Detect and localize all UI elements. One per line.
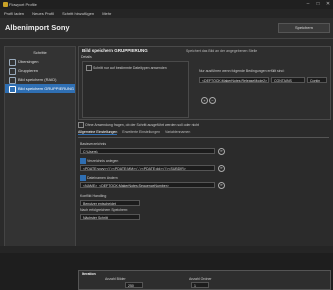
subfolder-checkbox[interactable] xyxy=(80,158,86,164)
sidebar-item-label: Gruppieren xyxy=(18,68,39,73)
menu-item-new[interactable]: Neues Profil xyxy=(32,11,54,16)
menu-bar: Profil laden Neues Profil Schritt hinzuf… xyxy=(0,9,333,18)
group-description: Speichert das Bild an der angegebenen St… xyxy=(186,49,258,53)
rename-label: Dateinamen ändern xyxy=(86,175,118,180)
count-label: Anzahl Bilder xyxy=(105,277,126,281)
app-window: Flowport Profile – □ ✕ Profil laden Neue… xyxy=(0,0,333,290)
tab-general[interactable]: Allgemeine Einstellungen xyxy=(78,130,118,135)
count-input[interactable]: 250 xyxy=(125,282,143,288)
filetype-panel: Schritt nur auf bestimmte Dateitypen anw… xyxy=(82,61,189,118)
title-bar: Flowport Profile – □ ✕ xyxy=(0,0,333,9)
steps-sidebar: Schritte Übersingen Gruppieren Bild spei… xyxy=(4,46,76,248)
settings-tabs: Allgemeine Einstellungen Erweiterte Eins… xyxy=(78,130,329,138)
menu-item-load[interactable]: Profil laden xyxy=(4,11,24,16)
subfolder-label: Verzeichnis anlegen xyxy=(86,158,119,163)
add-condition-icon[interactable]: + xyxy=(201,97,208,104)
iteration-panel: Iteration Anzahl Bilder 250 Anzahl Ordne… xyxy=(78,270,331,290)
sidebar-item-gruppieren[interactable]: Gruppieren xyxy=(5,66,75,75)
sidebar-item-bild-raid[interactable]: Bild speichern (RAID) xyxy=(5,75,75,84)
rename-checkbox[interactable] xyxy=(80,175,86,181)
condition-operator-select[interactable]: CONTAINS xyxy=(271,77,305,83)
sidebar-item-label: Übersingen xyxy=(18,59,39,64)
step-icon xyxy=(9,59,16,66)
sidebar-item-uebersingen[interactable]: Übersingen xyxy=(5,57,75,66)
tab-details[interactable]: Details xyxy=(81,55,92,59)
condition-value-field[interactable]: Contin xyxy=(307,77,327,83)
iteration-title: Iteration xyxy=(82,272,96,276)
conditions-label: Nur ausführen wenn folgende Bedingungen … xyxy=(199,69,285,73)
step-icon xyxy=(9,77,16,84)
conflict-label: Konflikt Handling xyxy=(80,194,107,198)
window-title: Flowport Profile xyxy=(9,2,37,7)
refresh-icon[interactable]: ⟳ xyxy=(218,182,225,189)
subfolder-input[interactable]: <PDATE:yyyy><'/'><PDATE:MM><'-'><PDATE:d… xyxy=(80,165,215,171)
order-label: Anzahl Ordner xyxy=(189,277,212,281)
close-button[interactable]: ✕ xyxy=(323,0,333,9)
tab-advanced[interactable]: Erweiterte Einstellungen xyxy=(122,130,160,134)
filename-input[interactable]: <NAME>_<DEFTOCK:MakerNotes:SequenceNumbe… xyxy=(80,182,215,188)
minimize-button[interactable]: – xyxy=(303,0,313,9)
ask-before-run-checkbox[interactable] xyxy=(78,122,84,128)
step-group: Bild speichern GRUPPIERUNG Speichert das… xyxy=(78,46,331,120)
group-title: Bild speichern GRUPPIERUNG xyxy=(82,48,148,53)
step-icon xyxy=(9,86,16,93)
basedir-input[interactable]: C:\Users\ xyxy=(80,148,215,154)
order-input[interactable]: 1 xyxy=(191,282,209,288)
refresh-icon[interactable]: ⟳ xyxy=(218,148,225,155)
sidebar-item-label: Bild speichern GRUPPIERUNG xyxy=(18,86,75,91)
ask-before-run-label: Ohne Anwendung fragen, ob der Schritt au… xyxy=(84,122,200,127)
save-button[interactable]: Speichern xyxy=(278,23,330,33)
app-icon xyxy=(3,2,8,7)
tab-variables[interactable]: Variablennamen xyxy=(165,130,190,134)
filetype-checkbox[interactable] xyxy=(86,65,92,71)
sidebar-heading: Schritte xyxy=(33,50,47,55)
after-save-select[interactable]: Nächster Schritt xyxy=(80,214,140,220)
status-bar xyxy=(0,246,333,253)
remove-condition-icon[interactable]: − xyxy=(209,97,216,104)
menu-item-more[interactable]: Mehr xyxy=(102,11,111,16)
condition-variable-field[interactable]: <DEFTOCK:MakerNotes:ReleaseMode2> xyxy=(199,77,269,83)
step-icon xyxy=(9,68,16,75)
refresh-icon[interactable]: ⟳ xyxy=(218,165,225,172)
menu-item-add-step[interactable]: Schritt hinzufügen xyxy=(62,11,94,16)
conflict-select[interactable]: Benutzer entscheidet xyxy=(80,200,140,206)
basedir-label: Basisverzeichnis xyxy=(80,142,107,146)
maximize-button[interactable]: □ xyxy=(313,0,323,9)
filetype-checkbox-label: Schritt nur auf bestimmte Dateitypen anw… xyxy=(92,65,167,70)
step-editor: Bild speichern GRUPPIERUNG Speichert das… xyxy=(78,46,331,290)
sidebar-item-label: Bild speichern (RAID) xyxy=(18,77,57,82)
after-save-label: Nach erfolgreichem Speichern: xyxy=(80,208,129,212)
sidebar-item-bild-gruppierung[interactable]: Bild speichern GRUPPIERUNG xyxy=(5,84,75,93)
page-title: Albenimport Sony xyxy=(5,23,70,32)
